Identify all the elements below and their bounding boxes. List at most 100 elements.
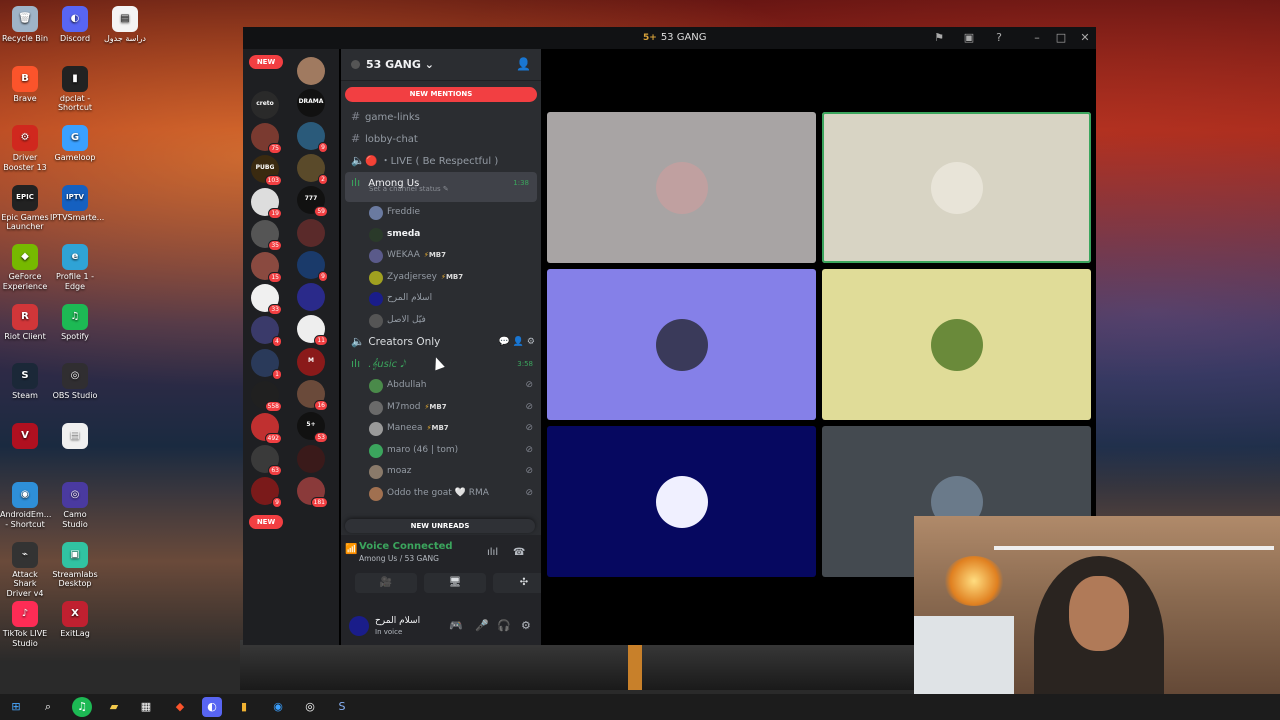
store-icon[interactable]: ▦	[136, 697, 156, 717]
video-tile[interactable]	[547, 112, 816, 263]
voice-connected-label[interactable]: Voice Connected	[359, 541, 453, 552]
server-icon[interactable]: 35	[251, 219, 282, 251]
settings-gear-icon[interactable]: ⚙	[521, 619, 531, 632]
desktop-icon[interactable]: X ExitLag	[50, 601, 100, 639]
screen-share-button[interactable]: 🖥	[424, 573, 486, 593]
new-mentions-banner[interactable]: NEW MENTIONS	[345, 87, 537, 102]
server-icon[interactable]: 4	[251, 316, 282, 348]
voice-member[interactable]: WEKAA ⚡MB7	[341, 245, 541, 267]
voice-location[interactable]: Among Us / 53 GANG	[359, 554, 453, 563]
voice-member[interactable]: moaz ⊘	[341, 461, 541, 483]
discord-icon[interactable]: ◐	[202, 697, 222, 717]
channel-item[interactable]: 🔈🔴 ・LIVE ( Be Respectful )	[341, 150, 541, 172]
gamepad-icon[interactable]: 🎮	[449, 619, 463, 632]
server-icon[interactable]: 777 59	[297, 186, 328, 218]
desktop-icon[interactable]: EPIC Epic Games Launcher	[0, 184, 50, 232]
desktop-icon-doc[interactable]: ▤ دراسة جدول	[100, 6, 150, 44]
voice-member[interactable]: Abdullah ⊘	[341, 375, 541, 397]
server-icon[interactable]	[297, 57, 325, 85]
channel-status[interactable]: Set a channel status ✎	[369, 185, 449, 194]
camera-button[interactable]: 🎥	[355, 573, 417, 593]
desktop-icon[interactable]: ▮ dpclat - Shortcut	[50, 65, 100, 113]
spotify-icon[interactable]: ♫	[72, 697, 92, 717]
video-tile[interactable]	[822, 112, 1091, 263]
gameloop-icon[interactable]: ◉	[268, 697, 288, 717]
server-icon[interactable]: 16	[297, 380, 328, 411]
signal-icon[interactable]: 📶	[345, 544, 357, 555]
server-icon[interactable]: M	[297, 347, 325, 376]
inbox-flag-icon[interactable]: ⚑	[931, 30, 947, 46]
server-icon[interactable]: DRAMA	[297, 89, 325, 118]
server-icon[interactable]: 11	[297, 315, 328, 347]
server-icon[interactable]: 9	[297, 121, 328, 153]
steam-icon[interactable]: S	[332, 697, 352, 717]
desktop-icon[interactable]: S Steam	[0, 363, 50, 401]
server-icon[interactable]: creto	[251, 91, 279, 119]
channel-item[interactable]: # game-links	[341, 106, 541, 128]
voice-member[interactable]: M7mod ⚡MB7 ⊘	[341, 397, 541, 419]
invite-people-icon[interactable]: 👤	[516, 57, 531, 71]
brave-icon[interactable]: ◆	[170, 697, 190, 717]
desktop-icon[interactable]: G Gameloop	[50, 125, 100, 163]
server-icon[interactable]: 2	[297, 153, 328, 185]
noise-suppression-icon[interactable]: ılıl	[487, 547, 498, 558]
video-tile[interactable]	[822, 269, 1091, 420]
server-icon[interactable]: 19	[251, 187, 282, 219]
voice-member[interactable]: maro (46 | tom) ⊘	[341, 440, 541, 462]
desktop-icon[interactable]: e Profile 1 - Edge	[50, 244, 100, 291]
desktop-icon[interactable]: 🗑 Recycle Bin	[0, 6, 50, 44]
server-icon[interactable]: 75	[251, 123, 282, 155]
microphone-icon[interactable]: 🎤	[475, 619, 489, 632]
desktop-icon[interactable]: ◉ AndroidEm... - Shortcut	[0, 482, 51, 529]
server-header[interactable]: 53 GANG ⌄ 👤	[341, 49, 541, 81]
desktop-icon[interactable]: ▣ Streamlabs Desktop	[50, 541, 100, 589]
voice-member[interactable]: Oddo the goat 🤍 RMA ⊘	[341, 483, 541, 505]
new-unreads-banner[interactable]: NEW UNREADS	[345, 519, 535, 533]
desktop-icon[interactable]: ◎ OBS Studio	[50, 363, 100, 401]
voice-member[interactable]: اسلام المرح	[341, 288, 541, 310]
disconnect-icon[interactable]: ☎	[513, 547, 525, 558]
desktop-icon[interactable]: ♪ TikTok LIVE Studio	[0, 601, 50, 648]
server-icon[interactable]: 9	[251, 477, 282, 509]
server-icon[interactable]: PUBG 103	[251, 155, 282, 187]
server-icon[interactable]	[297, 218, 325, 247]
maximize-icon[interactable]: □	[1053, 30, 1069, 46]
desktop-icon[interactable]: ▤	[50, 422, 100, 451]
voice-channel-among-us[interactable]: ılı Among Us 1:38 Set a channel status ✎	[345, 172, 537, 202]
voice-member[interactable]: Zyadjersey ⚡MB7	[341, 267, 541, 289]
windows-start-icon[interactable]: ⊞	[6, 697, 26, 717]
channel-item[interactable]: # lobby-chat	[341, 128, 541, 150]
video-tile[interactable]	[547, 426, 816, 577]
server-icon[interactable]: 63	[251, 445, 282, 477]
username[interactable]: اسلام المرح	[375, 616, 420, 626]
desktop-icon[interactable]: IPTV IPTVSmarte...	[50, 184, 104, 223]
voice-member[interactable]: smeda	[341, 224, 541, 246]
inbox-icon[interactable]: ▣	[961, 30, 977, 46]
obs-icon[interactable]: ◎	[300, 697, 320, 717]
avatar[interactable]	[349, 616, 369, 636]
server-icon[interactable]: 33	[251, 284, 282, 316]
voice-member[interactable]: فيّل الاصل	[341, 310, 541, 332]
desktop-icon[interactable]: ◆ GeForce Experience	[0, 244, 50, 291]
desktop-icon[interactable]: B Brave	[0, 65, 50, 104]
server-icon[interactable]: 9	[297, 250, 328, 282]
desktop-icon[interactable]: ◎ Camo Studio	[50, 482, 100, 529]
chart-app-icon[interactable]: ▮	[234, 697, 254, 717]
new-badge-bottom[interactable]: NEW	[249, 515, 283, 529]
server-icon[interactable]: 15	[251, 252, 282, 283]
file-explorer-icon[interactable]: ▰	[104, 697, 124, 717]
desktop-icon[interactable]: R Riot Client	[0, 303, 50, 342]
desktop-icon[interactable]: ♫ Spotify	[50, 303, 100, 342]
video-tile[interactable]	[547, 269, 816, 420]
desktop-icon[interactable]: ◐ Discord	[50, 6, 100, 44]
desktop-icon[interactable]: V	[0, 422, 50, 451]
desktop-icon[interactable]: ⌁ Attack Shark Driver v4	[0, 541, 50, 599]
channel-action-icons[interactable]: 💬 👤 ⚙	[499, 331, 535, 353]
headphones-icon[interactable]: 🎧	[497, 619, 511, 632]
server-icon[interactable]: 492	[251, 413, 282, 444]
help-icon[interactable]: ?	[991, 30, 1007, 46]
server-icon[interactable]: 5+ 53	[297, 412, 328, 444]
desktop-icon[interactable]: ⚙ Driver Booster 13	[0, 125, 50, 172]
voice-member[interactable]: Maneea ⚡MB7 ⊘	[341, 418, 541, 440]
new-badge-top[interactable]: NEW	[249, 55, 283, 69]
